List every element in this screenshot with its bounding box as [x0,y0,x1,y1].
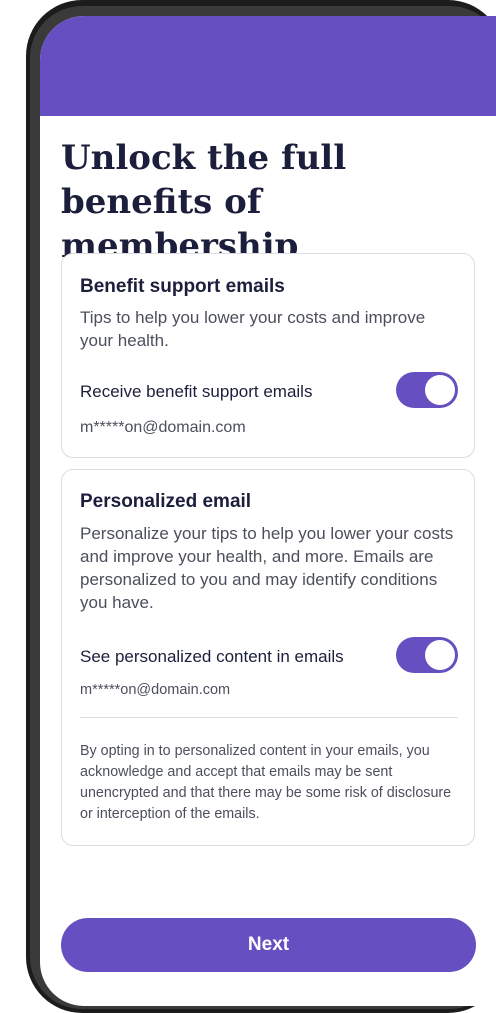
app-screen: Unlock the full benefits of membership B… [40,16,496,1006]
benefit-support-description: Tips to help you lower your costs and im… [80,308,426,350]
personalized-toggle-label: See personalized content in emails [80,647,344,666]
page-title: Unlock the full benefits of membership [61,138,347,266]
header-band [40,16,496,116]
card-divider [80,717,458,718]
benefit-support-email: m*****on@domain.com [80,419,246,436]
personalized-email-description: Personalize your tips to help you lower … [80,524,454,612]
benefit-support-card: Benefit support emails Tips to help you … [61,253,475,458]
personalized-content-toggle[interactable] [396,637,458,673]
benefit-support-title: Benefit support emails [80,276,285,297]
benefit-support-toggle-label: Receive benefit support emails [80,382,313,401]
personalized-email-address: m*****on@domain.com [80,682,231,698]
next-button[interactable]: Next [61,918,476,972]
toggle-knob [425,640,455,670]
privacy-disclaimer: By opting in to personalized content in … [80,743,452,822]
personalized-email-card: Personalized email Personalize your tips… [61,469,475,846]
personalized-email-title: Personalized email [80,491,252,512]
toggle-knob [425,375,455,405]
benefit-support-toggle[interactable] [396,372,458,408]
